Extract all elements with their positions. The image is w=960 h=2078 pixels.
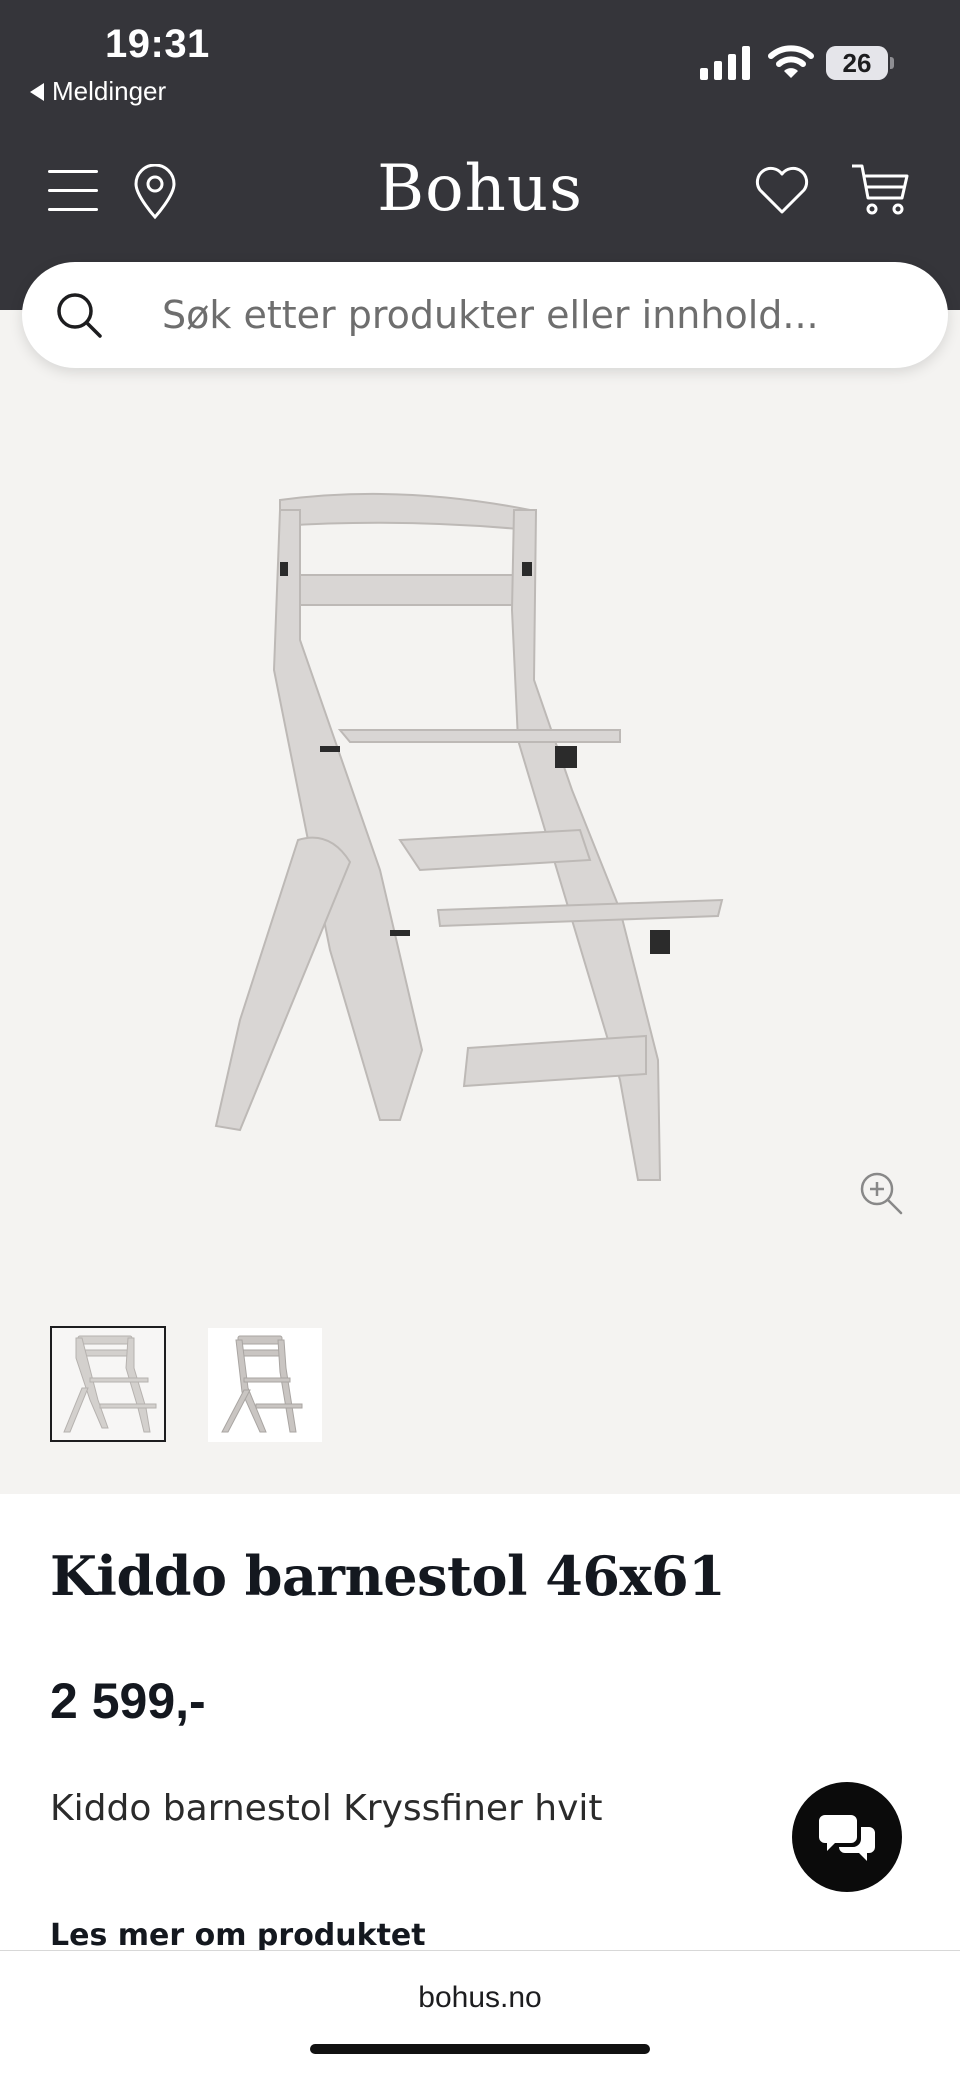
back-app-label: Meldinger <box>52 76 167 106</box>
product-title: Kiddo barnestol 46x61 <box>50 1544 726 1608</box>
search-input[interactable] <box>162 280 902 350</box>
gallery-thumbnail-2[interactable] <box>208 1328 322 1442</box>
search-icon <box>57 293 102 338</box>
home-indicator[interactable] <box>310 2044 650 2054</box>
cart-icon[interactable] <box>850 162 910 218</box>
back-triangle-icon <box>30 82 44 101</box>
product-description: Kiddo barnestol Kryssfiner hvit <box>50 1788 603 1829</box>
heart-icon[interactable] <box>754 164 810 216</box>
browser-url[interactable]: bohus.no <box>0 1981 960 2015</box>
chat-button[interactable] <box>792 1782 902 1892</box>
gallery-thumbnail-1[interactable] <box>50 1326 166 1442</box>
browser-url-bar[interactable]: bohus.no <box>0 1950 960 2078</box>
read-more-link[interactable]: Les mer om produktet <box>50 1918 426 1953</box>
brand-logo[interactable]: Bohus <box>330 152 630 226</box>
chat-bubbles-icon <box>819 1815 875 1861</box>
zoom-icon[interactable] <box>858 1170 904 1216</box>
back-to-app-link[interactable]: Meldinger <box>30 76 166 107</box>
cellular-signal-icon <box>700 46 750 80</box>
wifi-icon <box>768 45 814 78</box>
product-price: 2 599,- <box>50 1673 206 1729</box>
thumbnail-chair-side-image <box>208 1328 322 1442</box>
product-main-image[interactable] <box>200 490 760 1210</box>
battery-icon: 26 <box>826 46 894 80</box>
status-time: 19:31 <box>105 22 210 66</box>
thumbnail-chair-image <box>52 1328 164 1440</box>
search-bar[interactable] <box>22 262 948 368</box>
product-gallery <box>0 310 960 1494</box>
battery-level: 26 <box>842 47 872 78</box>
location-icon[interactable] <box>132 164 178 220</box>
menu-icon[interactable] <box>48 170 98 212</box>
